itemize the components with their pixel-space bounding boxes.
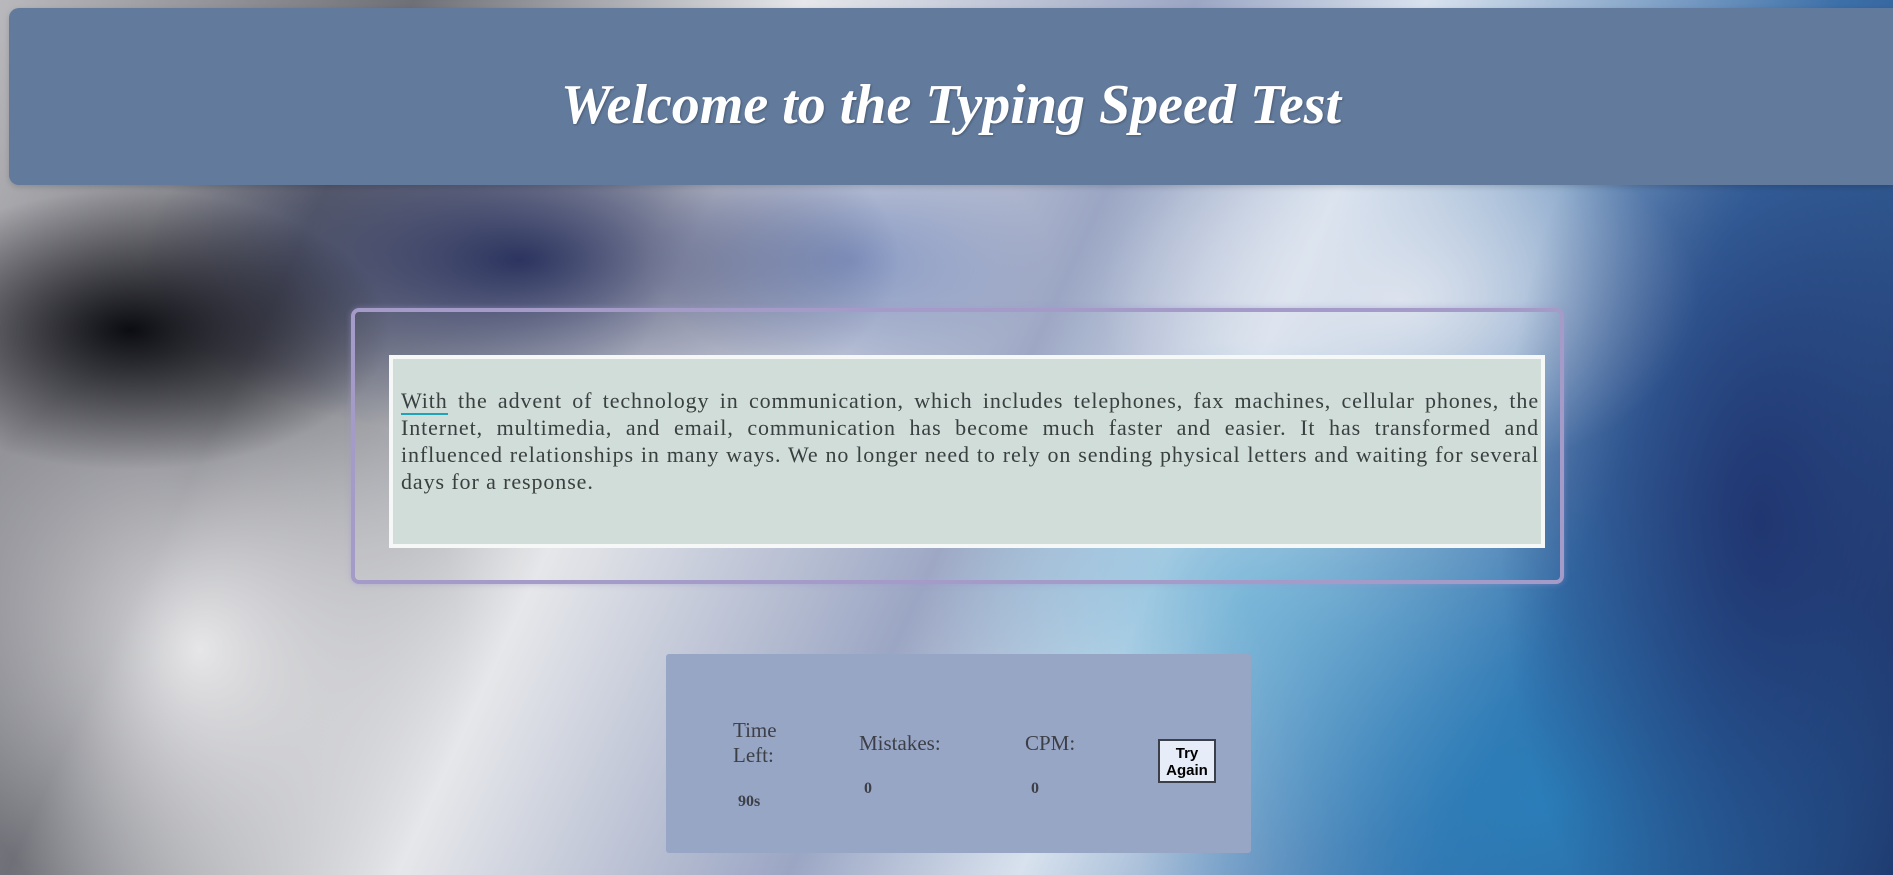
stats-panel: Time Left: 90s Mistakes: 0 CPM: 0 Try Ag… — [666, 654, 1251, 853]
typing-text-box[interactable]: With the advent of technology in communi… — [389, 355, 1545, 548]
typing-paragraph: With the advent of technology in communi… — [401, 387, 1539, 495]
time-left-label: Time Left: — [733, 718, 777, 767]
remaining-text: the advent of technology in communicatio… — [401, 388, 1539, 494]
mistakes-value: 0 — [864, 780, 872, 797]
try-again-button[interactable]: Try Again — [1158, 739, 1216, 783]
cpm-value: 0 — [1031, 780, 1039, 797]
page-title: Welcome to the Typing Speed Test — [560, 74, 1342, 136]
cpm-label: CPM: — [1025, 731, 1076, 755]
header-banner: Welcome to the Typing Speed Test — [9, 8, 1893, 185]
time-left-value: 90s — [738, 793, 761, 810]
current-word: With — [401, 388, 448, 415]
mistakes-label: Mistakes: — [859, 731, 941, 755]
